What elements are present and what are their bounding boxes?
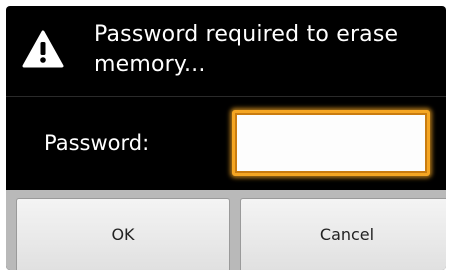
button-bar: OK Cancel [6, 190, 446, 270]
dialog-title: Password required to erase memory... [94, 22, 399, 77]
password-dialog: Password required to erase memory... Pas… [6, 6, 446, 270]
dialog-title-row: Password required to erase memory... [6, 6, 446, 98]
ok-button[interactable]: OK [16, 198, 230, 270]
password-label: Password: [44, 131, 150, 155]
password-input[interactable] [232, 110, 430, 176]
cancel-button[interactable]: Cancel [240, 198, 446, 270]
warning-icon [22, 30, 64, 68]
title-divider [6, 96, 446, 97]
